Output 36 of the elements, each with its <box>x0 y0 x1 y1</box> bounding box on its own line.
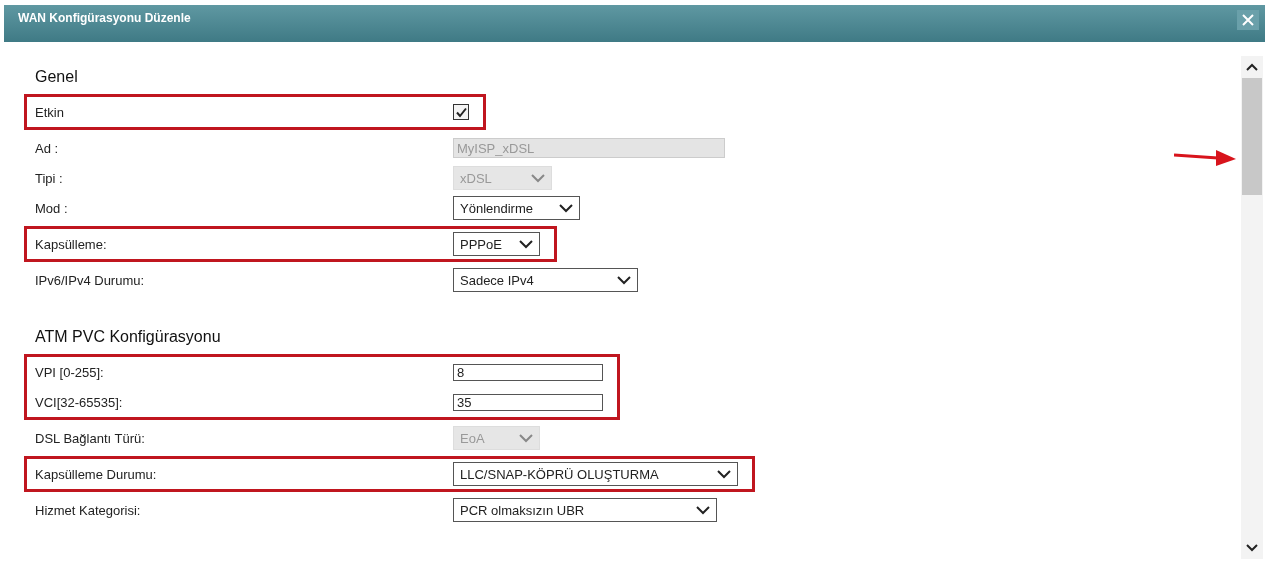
field-label: Hizmet Kategorisi: <box>35 502 142 518</box>
input-field[interactable]: 35 <box>453 393 603 411</box>
dropdown[interactable]: LLC/SNAP-KÖPRÜ OLUŞTURMA <box>453 462 738 486</box>
scrollbar-thumb[interactable] <box>1242 78 1262 195</box>
scroll-up-icon[interactable] <box>1245 62 1259 72</box>
pointer-arrow <box>1174 148 1236 168</box>
field-label: VCI[32-65535]: <box>35 394 124 410</box>
field-label: IPv6/IPv4 Durumu: <box>35 272 146 288</box>
chevron-down-icon <box>530 173 546 183</box>
chevron-down-icon <box>695 505 711 515</box>
scroll-down-icon[interactable] <box>1245 543 1259 553</box>
close-button[interactable] <box>1237 10 1259 30</box>
field-label: VPI [0-255]: <box>35 364 105 380</box>
field-label: Ad : <box>35 140 60 156</box>
input-field[interactable]: 8 <box>453 363 603 381</box>
dropdown[interactable]: Yönlendirme <box>453 196 580 220</box>
section-heading: Genel <box>34 68 79 86</box>
chevron-down-icon <box>716 469 732 479</box>
close-icon <box>1241 13 1255 27</box>
field-label: Etkin <box>35 104 65 120</box>
field-label: DSL Bağlantı Türü: <box>35 430 146 446</box>
chevron-down-icon <box>518 239 534 249</box>
field-label: Kapsülleme Durumu: <box>35 466 158 482</box>
dropdown[interactable]: PCR olmaksızın UBR <box>453 498 717 522</box>
scrollbar[interactable] <box>1241 56 1263 559</box>
field-label: Tipi : <box>35 170 64 186</box>
chevron-down-icon <box>558 203 574 213</box>
dropdown[interactable]: Sadece IPv4 <box>453 268 638 292</box>
chevron-down-icon <box>518 433 534 443</box>
field-label: Kapsülleme: <box>35 236 108 252</box>
dropdown[interactable]: PPPoE <box>453 232 540 256</box>
window-title: WAN Konfigürasyonu Düzenle <box>18 11 191 25</box>
chevron-down-icon <box>616 275 632 285</box>
section-heading: ATM PVC Konfigürasyonu <box>34 328 222 346</box>
field-label: Mod : <box>35 200 69 216</box>
checkbox[interactable] <box>453 104 469 120</box>
